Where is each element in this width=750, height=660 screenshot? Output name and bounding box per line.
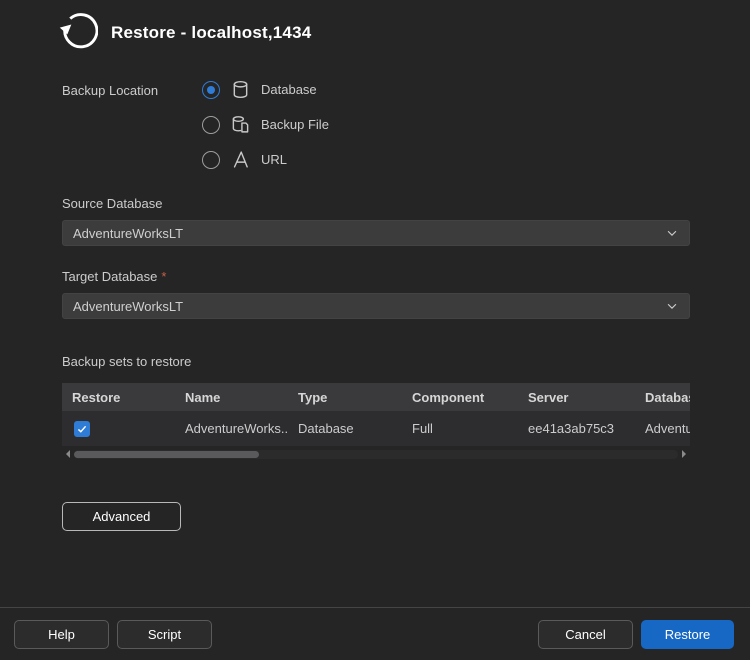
restore-icon xyxy=(58,13,98,53)
cell-restore xyxy=(62,421,175,437)
help-button[interactable]: Help xyxy=(14,620,109,649)
url-icon xyxy=(231,150,250,169)
page-title: Restore - localhost,1434 xyxy=(111,23,311,43)
column-header-component: Component xyxy=(402,390,518,405)
source-database-select[interactable]: AdventureWorksLT xyxy=(62,220,690,246)
radio-option-url[interactable]: URL xyxy=(202,150,329,169)
cell-name: AdventureWorks... xyxy=(175,421,288,436)
restore-button[interactable]: Restore xyxy=(641,620,734,649)
column-header-restore: Restore xyxy=(62,390,175,405)
radio-backup-file[interactable] xyxy=(202,116,220,134)
advanced-button[interactable]: Advanced xyxy=(62,502,181,531)
script-button[interactable]: Script xyxy=(117,620,212,649)
target-database-value: AdventureWorksLT xyxy=(73,299,183,314)
dialog-footer: Help Script Cancel Restore xyxy=(0,607,750,660)
cell-server: ee41a3ab75c3 xyxy=(518,421,635,436)
restore-dialog: Restore - localhost,1434 Backup Location… xyxy=(0,0,750,660)
target-database-select[interactable]: AdventureWorksLT xyxy=(62,293,690,319)
scrollbar-thumb[interactable] xyxy=(74,451,259,458)
database-icon xyxy=(231,80,250,99)
cell-component: Full xyxy=(402,421,518,436)
scroll-right-icon[interactable] xyxy=(682,450,690,458)
column-header-database: Database xyxy=(635,390,690,405)
restore-checkbox[interactable] xyxy=(74,421,90,437)
radio-label-backup-file: Backup File xyxy=(261,117,329,132)
column-header-server: Server xyxy=(518,390,635,405)
cell-type: Database xyxy=(288,421,402,436)
scroll-left-icon[interactable] xyxy=(62,450,70,458)
scrollbar-track[interactable] xyxy=(74,450,678,459)
radio-database[interactable] xyxy=(202,81,220,99)
dialog-header: Restore - localhost,1434 xyxy=(0,0,750,53)
footer-right-buttons: Cancel Restore xyxy=(538,620,734,649)
column-header-name: Name xyxy=(175,390,288,405)
backup-sets-table: Restore Name Type Component Server Datab… xyxy=(62,383,690,460)
radio-option-backup-file[interactable]: Backup File xyxy=(202,115,329,134)
footer-left-buttons: Help Script xyxy=(14,620,212,649)
radio-option-database[interactable]: Database xyxy=(202,80,329,99)
backup-sets-label: Backup sets to restore xyxy=(62,354,690,369)
radio-label-database: Database xyxy=(261,82,317,97)
backup-location-label: Backup Location xyxy=(62,80,202,169)
chevron-down-icon xyxy=(665,226,679,240)
cancel-button[interactable]: Cancel xyxy=(538,620,633,649)
source-database-value: AdventureWorksLT xyxy=(73,226,183,241)
source-database-label: Source Database xyxy=(62,196,690,211)
column-header-type: Type xyxy=(288,390,402,405)
dialog-content: Backup Location Database xyxy=(0,80,750,531)
backup-location-radio-group: Database Backup File xyxy=(202,80,329,169)
radio-url[interactable] xyxy=(202,151,220,169)
horizontal-scrollbar[interactable] xyxy=(62,448,690,460)
radio-label-url: URL xyxy=(261,152,287,167)
table-row[interactable]: AdventureWorks... Database Full ee41a3ab… xyxy=(62,411,690,446)
backup-file-icon xyxy=(231,115,250,134)
required-asterisk: * xyxy=(161,269,166,284)
target-database-label: Target Database* xyxy=(62,269,690,284)
chevron-down-icon xyxy=(665,299,679,313)
backup-location-section: Backup Location Database xyxy=(62,80,690,169)
cell-database: AdventureWorksLT xyxy=(635,421,690,436)
table-header-row: Restore Name Type Component Server Datab… xyxy=(62,383,690,411)
